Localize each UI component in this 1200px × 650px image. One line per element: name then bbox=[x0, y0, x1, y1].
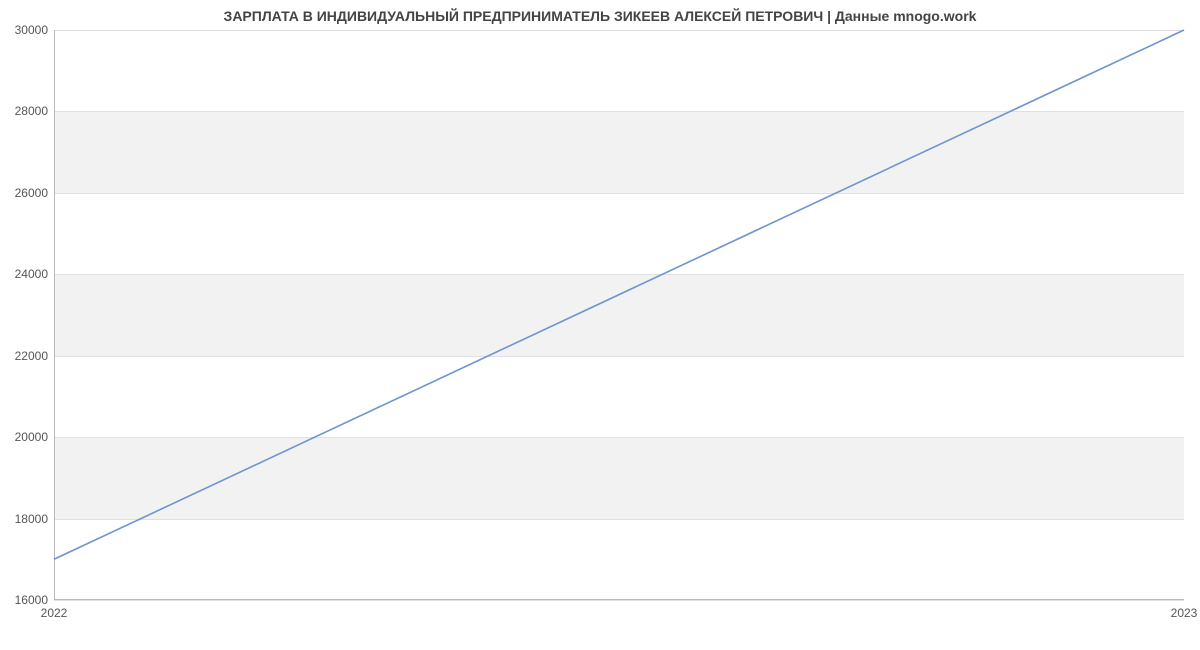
y-tick-label: 20000 bbox=[15, 430, 48, 444]
y-tick-label: 22000 bbox=[15, 349, 48, 363]
plot-area bbox=[54, 30, 1184, 600]
y-tick-label: 18000 bbox=[15, 512, 48, 526]
salary-series-line bbox=[54, 30, 1184, 559]
y-tick-label: 24000 bbox=[15, 267, 48, 281]
x-tick-label: 2023 bbox=[1171, 606, 1198, 620]
y-tick-label: 16000 bbox=[15, 593, 48, 607]
chart-container: ЗАРПЛАТА В ИНДИВИДУАЛЬНЫЙ ПРЕДПРИНИМАТЕЛ… bbox=[0, 0, 1200, 650]
chart-title: ЗАРПЛАТА В ИНДИВИДУАЛЬНЫЙ ПРЕДПРИНИМАТЕЛ… bbox=[0, 8, 1200, 24]
y-tick-label: 28000 bbox=[15, 104, 48, 118]
y-tick-label: 30000 bbox=[15, 23, 48, 37]
x-tick-label: 2022 bbox=[41, 606, 68, 620]
y-tick-label: 26000 bbox=[15, 186, 48, 200]
grid-line bbox=[54, 600, 1184, 601]
line-layer bbox=[54, 30, 1184, 600]
